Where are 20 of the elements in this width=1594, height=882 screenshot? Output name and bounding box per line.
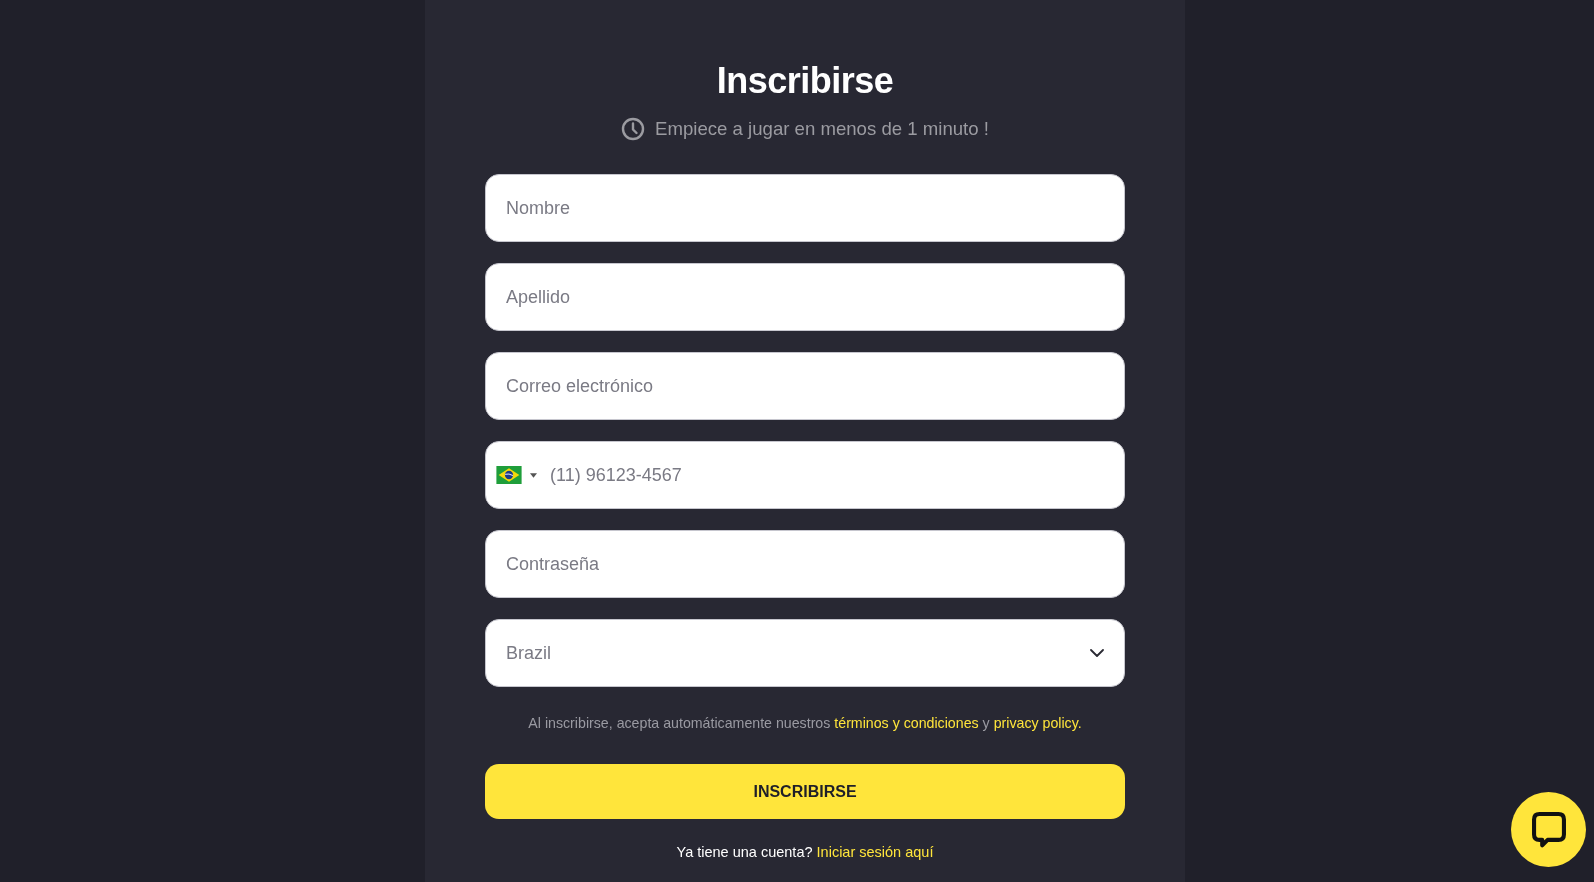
password-field[interactable]: Contraseña (485, 530, 1125, 598)
terms-text: Al inscribirse, acepta automáticamente nuestros términos y condiciones y privacy policy. (528, 714, 1082, 732)
phone-input[interactable]: (11) 96123-4567 (550, 455, 1104, 495)
email-field[interactable]: Correo electrónico (485, 352, 1125, 420)
text-field[interactable]: Nombre (485, 174, 1125, 242)
login-prompt: Ya tiene una cuenta? Iniciar sesión aquí (676, 843, 934, 862)
chevron-down-icon (1090, 649, 1104, 657)
phone-field[interactable]: (11) 96123-4567 (485, 441, 1125, 509)
text-link[interactable]: privacy policy. (993, 715, 1082, 731)
clock-icon (621, 117, 646, 141)
text-link[interactable]: términos y condiciones (834, 715, 979, 731)
signup-button[interactable]: INSCRIBIRSE (485, 764, 1125, 819)
chat-icon (1531, 811, 1566, 848)
select-field[interactable]: Brazil (485, 619, 1125, 687)
text-link[interactable]: Iniciar sesión aquí (816, 844, 934, 860)
flag-icon (496, 466, 522, 484)
subtitle-text: Empiece a jugar en menos de 1 minuto ! (655, 117, 989, 141)
caret-icon (530, 472, 537, 478)
form-title: Inscribirse (716, 59, 894, 103)
text-field[interactable]: Apellido (485, 263, 1125, 331)
